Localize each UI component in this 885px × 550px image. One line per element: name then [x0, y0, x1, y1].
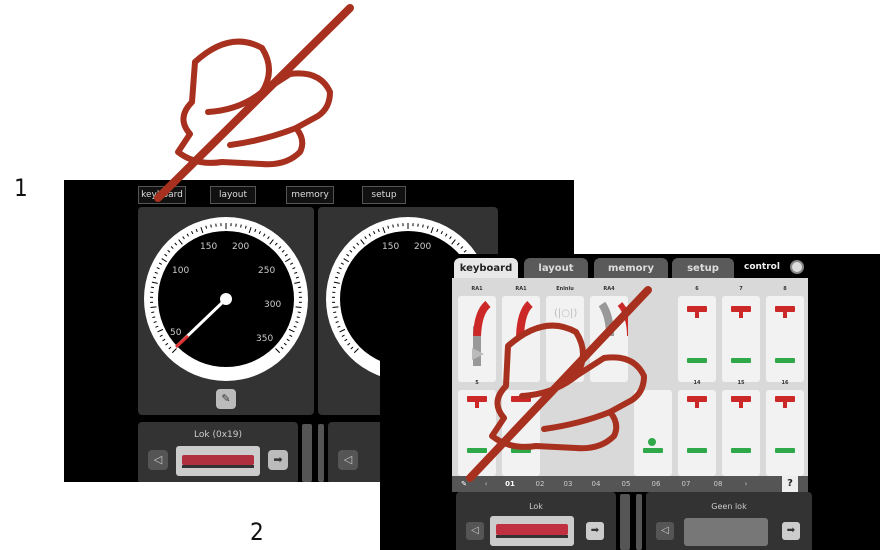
- hand-pointer-icon: [466, 286, 652, 482]
- hand-pen-overlay-2: [466, 286, 652, 482]
